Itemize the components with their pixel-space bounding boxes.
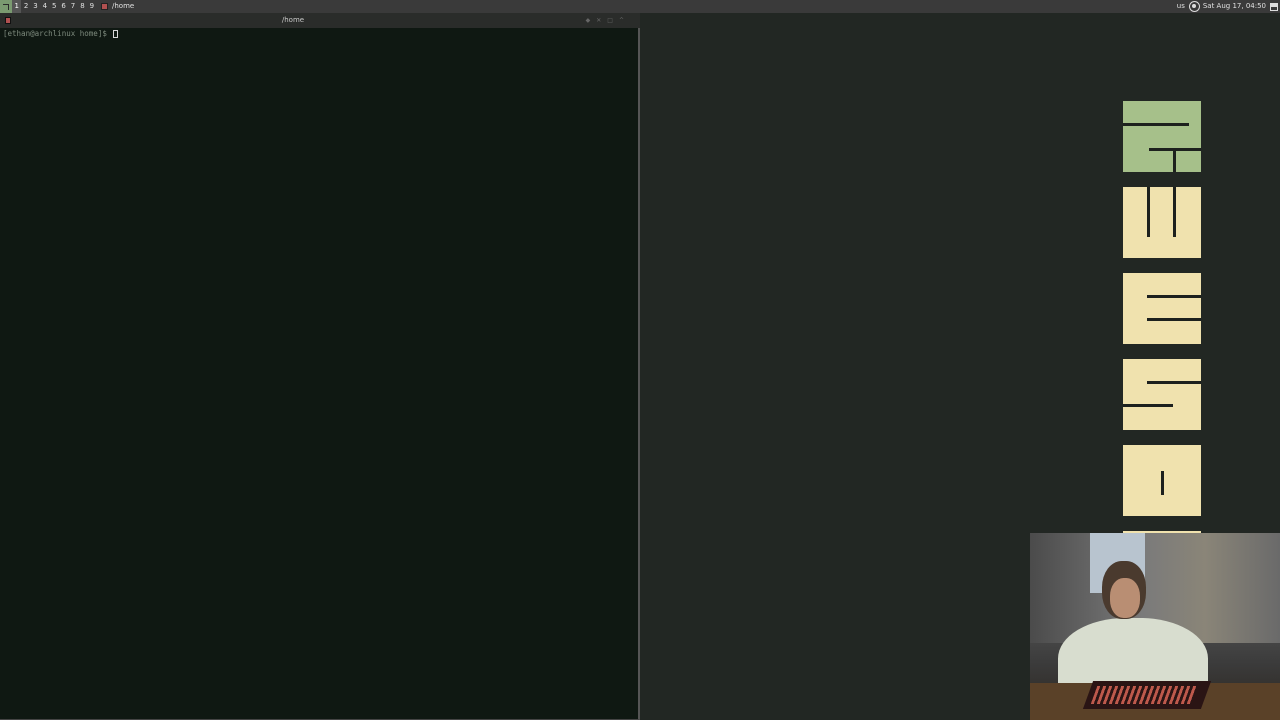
tag-4[interactable]: 4 <box>40 0 49 13</box>
clock[interactable]: Sat Aug 17, 04:50 <box>1203 0 1266 13</box>
floating-button[interactable]: ◆ <box>586 13 591 28</box>
tag-8[interactable]: 8 <box>78 0 87 13</box>
window-titlebar[interactable]: /home ◆ ✕ □ ^ <box>0 13 640 28</box>
maximize-button[interactable]: □ <box>607 13 613 28</box>
text-cursor <box>113 30 119 38</box>
tag-list: 1 2 3 4 5 6 7 8 9 <box>12 0 97 13</box>
webcam-overlay <box>1030 533 1280 720</box>
tag-1[interactable]: 1 <box>12 0 22 13</box>
systray: us Sat Aug 17, 04:50 <box>1177 0 1280 13</box>
logo-letter-o <box>1123 445 1201 516</box>
tag-7[interactable]: 7 <box>68 0 77 13</box>
ontop-button[interactable]: ^ <box>619 13 624 28</box>
logo-letter-w <box>1123 187 1201 258</box>
steam-icon[interactable] <box>1188 1 1200 12</box>
shell-prompt: [ethan@archlinux home]$ <box>3 29 112 38</box>
terminal-window[interactable]: [ethan@archlinux home]$ <box>0 28 640 720</box>
tag-6[interactable]: 6 <box>59 0 68 13</box>
logo-letter-s <box>1123 359 1201 430</box>
terminal-prompt-line: [ethan@archlinux home]$ <box>3 29 119 39</box>
layout-icon[interactable] <box>1270 2 1278 11</box>
window-controls: ◆ ✕ □ ^ <box>586 13 624 28</box>
keyboard-layout[interactable]: us <box>1177 0 1185 13</box>
task-title: /home <box>112 2 135 10</box>
window-title: /home <box>281 16 305 24</box>
tasklist-item[interactable]: /home <box>101 0 134 13</box>
tag-5[interactable]: 5 <box>50 0 59 13</box>
tag-3[interactable]: 3 <box>31 0 40 13</box>
logo-letter-a <box>1123 101 1201 172</box>
tag-9[interactable]: 9 <box>87 0 96 13</box>
terminal-icon <box>101 3 108 10</box>
tag-2[interactable]: 2 <box>21 0 30 13</box>
awesome-menu-launcher-icon[interactable] <box>0 0 12 13</box>
logo-letter-e <box>1123 273 1201 344</box>
top-bar: 1 2 3 4 5 6 7 8 9 /home us Sat Aug 17, 0… <box>0 0 1280 13</box>
sticky-button[interactable]: ✕ <box>596 13 601 28</box>
